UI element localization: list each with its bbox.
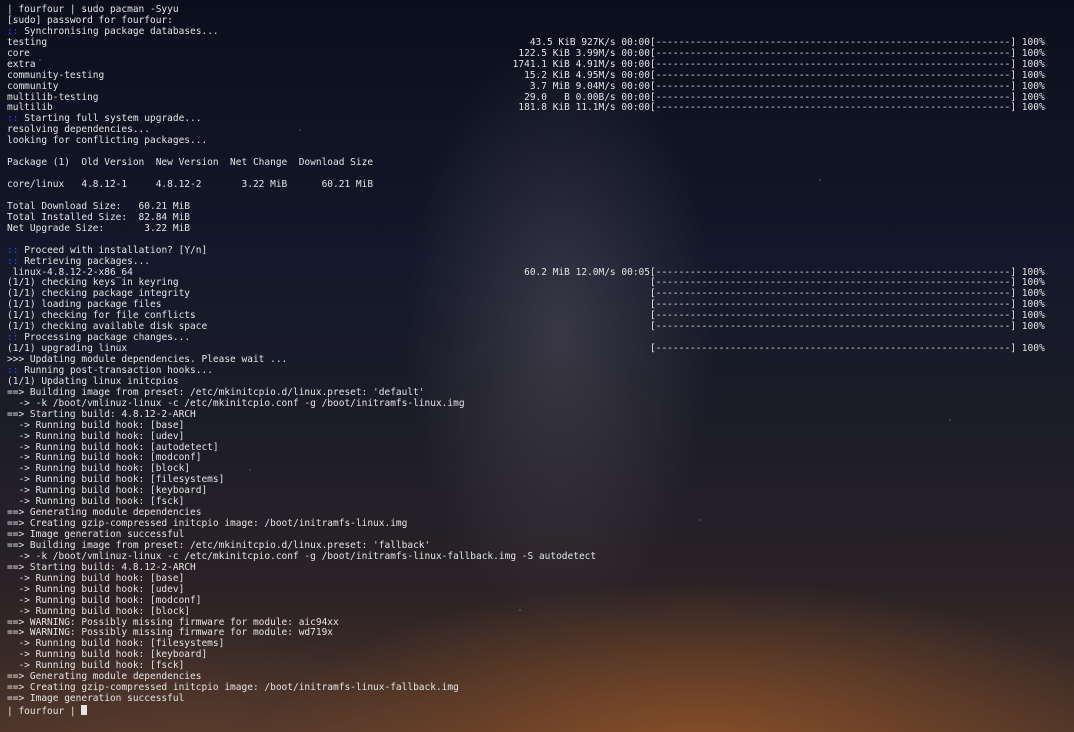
mkinitcpio-output: ==> Building image from preset: /etc/mki… [7, 387, 1071, 705]
build-log-line: -> Running build hook: [base] [7, 419, 185, 431]
shell-prompt-final[interactable]: | fourfour | [7, 705, 1071, 717]
database-speed: 927K/s [581, 36, 616, 48]
database-name: community [7, 80, 59, 92]
build-log-line: -> Running build hook: [udev] [7, 583, 185, 595]
build-log-line: -> Running build hook: [block] [7, 605, 191, 617]
progress-percent: 100% [1021, 80, 1045, 92]
progress-percent: 100% [1021, 69, 1045, 81]
progress-bar: [---------------------------------------… [650, 321, 1045, 333]
marker-icon: :: [7, 25, 19, 37]
retrieving-text: Retrieving packages... [24, 255, 151, 267]
build-log-line: -> Running build hook: [udev] [7, 430, 185, 442]
database-size: 181.8 KiB [518, 102, 570, 114]
database-size: 43.5 KiB [529, 36, 576, 48]
progress-percent: 100% [1021, 277, 1045, 289]
upgrade-header-text: Starting full system upgrade... [24, 113, 202, 125]
build-log-line: ==> Image generation successful [7, 693, 185, 705]
progress-bar-track: [---------------------------------------… [650, 58, 1017, 70]
progress-bar-track: [---------------------------------------… [650, 277, 1017, 289]
download-package-label: linux-4.8.12-2-x86_64 [12, 266, 133, 278]
marker-icon: :: [7, 364, 19, 376]
progress-bar-track: [---------------------------------------… [650, 91, 1017, 103]
progress-bar-track: [---------------------------------------… [650, 310, 1017, 322]
database-name: community-testing [7, 69, 105, 81]
marker-icon: :: [7, 113, 19, 125]
conflicts-line: looking for conflicting packages... [7, 135, 208, 147]
progress-percent: 100% [1021, 310, 1045, 322]
database-time: 00:00 [621, 47, 650, 59]
build-log-line: ==> Starting build: 4.8.12-2-ARCH [7, 408, 196, 420]
processing-text: Processing package changes... [24, 332, 191, 344]
database-time: 00:00 [621, 91, 650, 103]
progress-percent: 100% [1021, 91, 1045, 103]
progress-bar-track: [---------------------------------------… [650, 266, 1017, 278]
database-list: testing 43.5 KiB 927K/s 00:00 [---------… [7, 36, 1071, 115]
progress-bar: [---------------------------------------… [650, 343, 1045, 355]
database-time: 00:00 [621, 69, 650, 81]
build-log-line: -> Running build hook: [modconf] [7, 594, 202, 606]
proceed-prompt-text: Proceed with installation? [Y/n] [24, 244, 208, 256]
download-speed: 12.0M/s [575, 266, 616, 278]
download-size: 60.2 MiB [524, 266, 570, 278]
database-speed: 0.00B/s [575, 91, 616, 103]
proceed-prompt-line: :: Proceed with installation? [Y/n] [7, 244, 1071, 257]
progress-bar-track: [---------------------------------------… [650, 80, 1017, 92]
database-stats: 181.8 KiB 11.1M/s 00:00 [518, 102, 650, 114]
progress-bar-track: [---------------------------------------… [650, 36, 1017, 48]
progress-percent: 100% [1021, 58, 1045, 70]
net-upgrade-size: Net Upgrade Size: 3.22 MiB [7, 222, 191, 234]
progress-percent: 100% [1021, 102, 1045, 114]
package-table-header: Package (1) Old Version New Version Net … [7, 157, 374, 169]
package-table-row: core/linux 4.8.12-1 4.8.12-2 3.22 MiB 60… [7, 179, 374, 190]
database-time: 00:00 [621, 102, 650, 114]
progress-percent: 100% [1021, 321, 1045, 333]
database-speed: 9.04M/s [575, 80, 616, 92]
database-speed: 3.99M/s [575, 47, 616, 59]
database-size: 15.2 KiB [524, 69, 570, 81]
progress-percent: 100% [1021, 47, 1045, 59]
cursor-block-icon [81, 705, 88, 715]
database-size: 29.0 B [524, 91, 570, 103]
post-hooks-text: Running post-transaction hooks... [24, 364, 213, 376]
progress-bar-track: [---------------------------------------… [650, 288, 1017, 300]
progress-bar-track: [---------------------------------------… [650, 343, 1017, 355]
database-speed: 11.1M/s [575, 102, 616, 114]
progress-bar-track: [---------------------------------------… [650, 47, 1017, 59]
database-name: extra [7, 58, 36, 70]
database-time: 00:00 [621, 80, 650, 92]
marker-icon: :: [7, 244, 19, 256]
progress-percent: 100% [1021, 36, 1045, 48]
database-time: 00:00 [621, 36, 650, 48]
progress-percent: 100% [1021, 288, 1045, 300]
database-speed: 4.91M/s [575, 58, 616, 70]
database-size: 3.7 MiB [529, 80, 570, 92]
progress-bar-track: [---------------------------------------… [650, 69, 1017, 81]
terminal-output[interactable]: | fourfour | sudo pacman -Syyu [sudo] pa… [7, 4, 1071, 717]
database-size: 122.5 KiB [518, 47, 570, 59]
progress-percent: 100% [1021, 299, 1045, 311]
marker-icon: :: [7, 255, 19, 267]
database-size: 1741.1 KiB [512, 58, 570, 70]
progress-percent: 100% [1021, 266, 1045, 278]
marker-icon: :: [7, 332, 19, 344]
progress-bar: [---------------------------------------… [650, 102, 1045, 114]
progress-bar-track: [---------------------------------------… [650, 321, 1017, 333]
check-list: (1/1) checking keys in keyring [--------… [7, 277, 1071, 333]
sync-header-text: Synchronising package databases... [24, 25, 219, 37]
download-time: 00:05 [621, 266, 650, 278]
shell-prompt-text: | fourfour | [7, 706, 82, 717]
progress-bar-track: [---------------------------------------… [650, 299, 1017, 311]
progress-bar-track: [---------------------------------------… [650, 102, 1017, 114]
database-speed: 4.95M/s [575, 69, 616, 81]
download-stats: 60.2 MiB 12.0M/s 00:05 [524, 266, 650, 279]
progress-percent: 100% [1021, 343, 1045, 355]
upgrade-header-line: :: Starting full system upgrade... [7, 113, 1071, 125]
database-time: 00:00 [621, 58, 650, 70]
